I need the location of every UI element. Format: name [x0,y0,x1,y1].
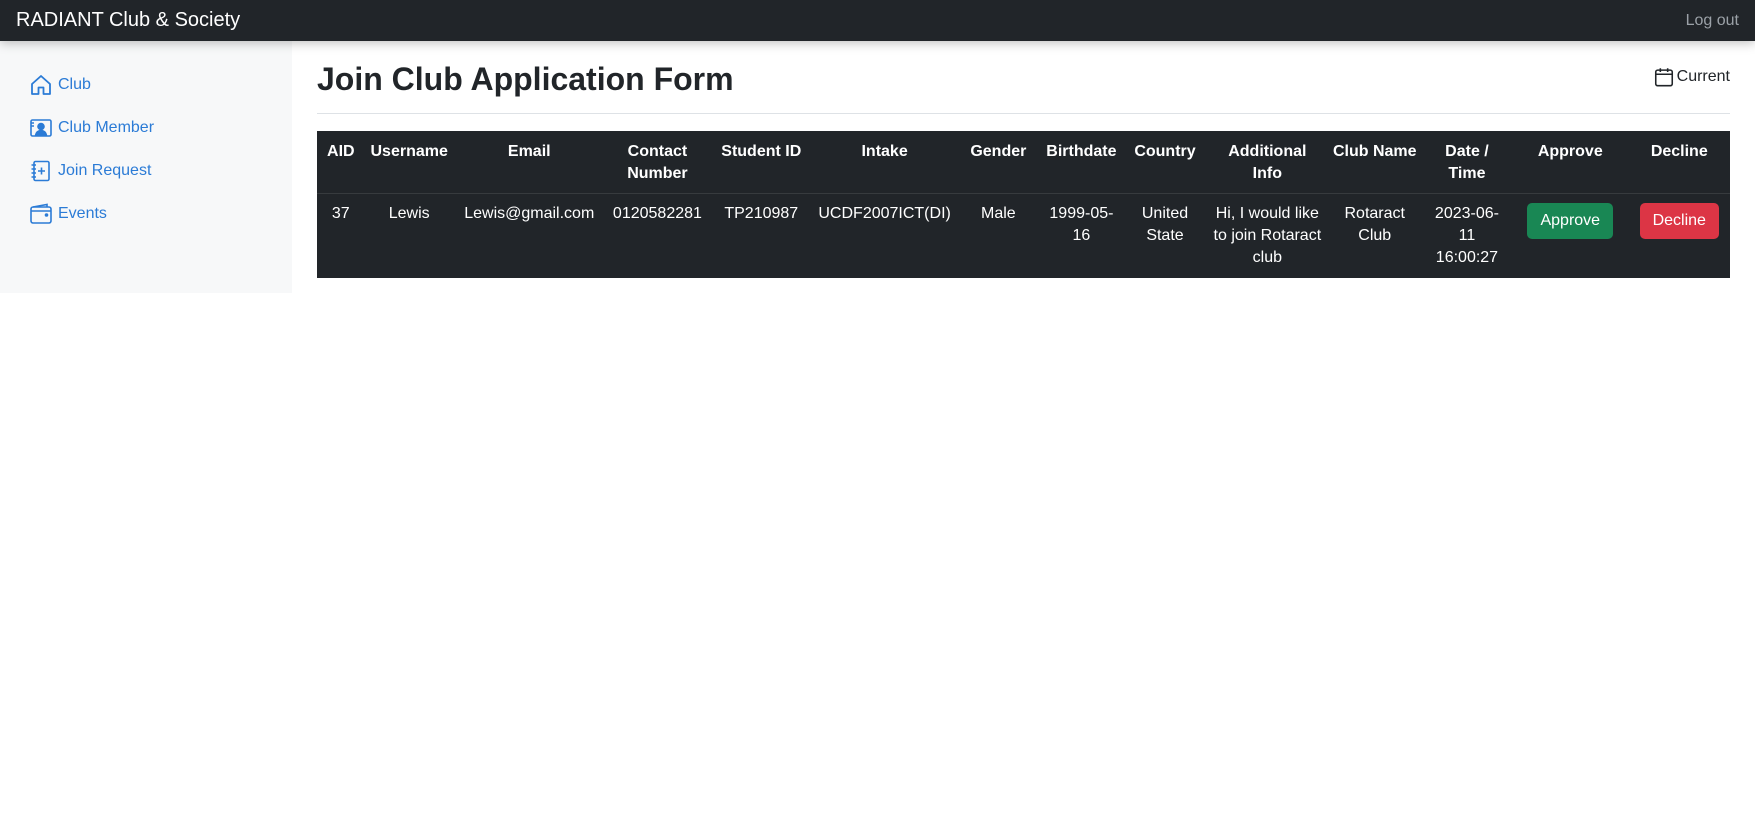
cell-intake: UCDF2007ICT(DI) [818,205,951,222]
decline-button[interactable]: Decline [1639,203,1719,239]
header-username: Username [364,131,454,194]
brand-title[interactable]: RADIANT Club & Society [16,9,240,32]
page-title: Join Club Application Form [317,60,734,97]
cell-date-time: 2023-06-11 16:00:27 [1434,205,1499,266]
member-card-icon [28,115,54,141]
current-button[interactable]: Current [1653,66,1730,88]
cell-country: United State [1141,205,1189,244]
cell-decline: Decline [1629,194,1730,279]
table-header-row: AID Username Email Contact Number Studen… [317,131,1730,194]
main-content: Join Club Application Form Current AID U… [317,41,1730,278]
header-approve: Approve [1512,131,1629,194]
sidebar-item-label: Club [58,75,91,93]
cell-aid: 37 [331,205,350,222]
sidebar-item-club-member[interactable]: Club Member [0,106,292,149]
applications-table: AID Username Email Contact Number Studen… [317,131,1730,278]
header-decline: Decline [1628,131,1730,194]
top-navbar: RADIANT Club & Society Log out [0,0,1755,41]
cell-gender: Male [980,205,1016,222]
logout-link[interactable]: Log out [1686,12,1739,30]
header-birthdate: Birthdate [1039,131,1123,194]
sidebar-item-events[interactable]: Events [0,192,292,235]
sidebar-item-join-request[interactable]: Join Request [0,149,292,192]
header-intake: Intake [812,131,957,194]
cell-student-id: TP210987 [724,205,799,222]
header-student-id: Student ID [710,131,813,194]
home-icon [28,72,54,98]
calendar-icon [1654,68,1673,87]
sidebar-item-label: Join Request [58,161,152,179]
header-club-name: Club Name [1327,131,1422,194]
header-country: Country [1122,131,1208,194]
cell-additional-info: Hi, I would like to join Rotaract club [1213,205,1322,266]
sidebar-item-club[interactable]: Club [0,63,292,106]
cell-contact-number: 0120582281 [612,205,702,222]
current-label: Current [1676,68,1730,85]
header-email: Email [453,131,605,194]
sidebar-item-label: Club Member [58,118,155,136]
page-header: Join Club Application Form Current [317,41,1730,114]
wallet-icon [28,201,54,227]
approve-button[interactable]: Approve [1527,203,1614,239]
sidebar: Club Club Member Join Request Events [0,41,292,293]
cell-username: Lewis [388,205,430,222]
cell-club-name: Rotaract Club [1344,205,1405,244]
header-contact-number: Contact Number [604,131,711,194]
cell-birthdate: 1999-05-16 [1049,205,1114,244]
cell-approve: Approve [1512,194,1629,279]
join-request-icon [28,158,54,184]
sidebar-item-label: Events [58,204,107,222]
header-date-time: Date / Time [1421,131,1513,194]
table-row: 37 Lewis Lewis@gmail.com 0120582281 TP21… [317,194,1730,279]
header-gender: Gender [956,131,1040,194]
header-aid: AID [317,131,365,194]
header-additional-info: Additional Info [1207,131,1328,194]
cell-email: Lewis@gmail.com [464,205,595,222]
